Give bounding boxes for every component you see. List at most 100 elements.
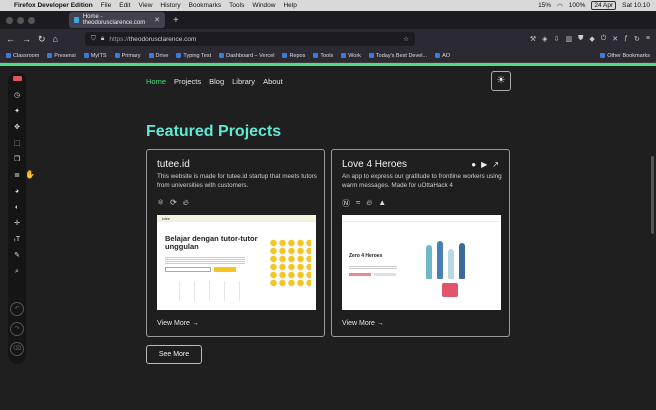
bookmark-vercel[interactable]: Dashboard – Vercel <box>219 53 274 59</box>
copy-icon[interactable]: ❐ <box>13 155 22 164</box>
extension-icon[interactable]: ◆ <box>589 35 594 43</box>
menu-history[interactable]: History <box>160 2 180 9</box>
sun-icon: ☀ <box>496 75 506 86</box>
minimize-window-button[interactable] <box>17 16 24 24</box>
ublock-icon[interactable]: ⛊ <box>578 35 583 43</box>
function-icon[interactable]: ƒ <box>624 35 628 43</box>
crosshair-icon[interactable]: ✛ <box>13 219 22 228</box>
clock[interactable]: Sat 10.10 <box>622 2 650 9</box>
folder-icon <box>341 53 347 58</box>
tab-bar: Home - theodorusclarence.com ✕ + <box>0 11 656 29</box>
zoom-window-button[interactable] <box>28 16 35 24</box>
power-icon[interactable]: ⏻ <box>601 35 607 43</box>
url-prefix: https:// <box>109 35 129 43</box>
pocket-icon[interactable]: ◈ <box>542 35 547 43</box>
url-text: theodorusclarence.com <box>128 35 197 43</box>
pointer-icon[interactable]: ✦ <box>13 107 22 116</box>
contrast-icon[interactable]: ◐ <box>13 203 22 212</box>
nav-home[interactable]: Home <box>146 77 166 86</box>
bookmark-myits[interactable]: MyITS <box>83 53 107 59</box>
menu-help[interactable]: Help <box>283 2 296 9</box>
project-card-tutee[interactable]: tutee.id This website is made for tutee.… <box>146 149 325 337</box>
tailwind-icon: ≈ <box>356 198 361 207</box>
close-extension-icon[interactable]: ✕ <box>612 35 618 43</box>
bookmark-label: Tools <box>320 52 334 59</box>
select-icon[interactable]: ⬚ <box>13 139 22 148</box>
screenshot-text-lines <box>349 265 397 269</box>
bookmark-work[interactable]: Work <box>341 53 361 59</box>
forward-icon[interactable]: → <box>22 34 31 44</box>
youtube-icon[interactable]: ▶ <box>481 160 487 169</box>
nav-blog[interactable]: Blog <box>209 77 224 86</box>
palette-icon[interactable]: ◕ <box>13 187 22 196</box>
undo-icon[interactable]: ↶ <box>10 302 24 316</box>
menu-bookmarks[interactable]: Bookmarks <box>189 2 222 9</box>
download-icon[interactable]: ⇩ <box>554 35 560 43</box>
clear-icon[interactable]: ⌫ <box>10 342 24 356</box>
sync-icon[interactable]: ↻ <box>634 35 640 43</box>
scrollbar-thumb[interactable] <box>651 156 654 234</box>
battery-small-status[interactable]: 15% <box>538 2 551 9</box>
pen-icon[interactable]: ✎ <box>13 251 22 260</box>
firebase-icon: 🔥︎ <box>182 198 189 207</box>
bookmark-todays-best[interactable]: Today's Best Devel... <box>368 53 427 59</box>
wifi-icon[interactable]: ◠ <box>557 2 563 10</box>
bookmark-label: Other Bookmarks <box>607 52 650 59</box>
home-icon[interactable]: ⌂ <box>53 34 58 44</box>
bookmark-icon <box>83 53 89 58</box>
window-controls <box>6 16 35 24</box>
screenshot-button <box>349 273 371 276</box>
menu-view[interactable]: View <box>138 2 152 9</box>
bookmark-typing-test[interactable]: Typing Test <box>176 53 211 59</box>
close-tab-icon[interactable]: ✕ <box>154 16 160 24</box>
align-icon[interactable]: ≣ <box>13 171 22 180</box>
bookmark-star-icon[interactable]: ☆ <box>403 35 409 43</box>
see-more-button[interactable]: See More <box>146 345 202 364</box>
nav-projects[interactable]: Projects <box>174 77 201 86</box>
bookmark-primary[interactable]: Primary <box>114 52 141 59</box>
move-icon[interactable]: ✥ <box>13 123 22 132</box>
text-size-icon[interactable]: ₜT <box>13 235 22 244</box>
wrench-icon[interactable]: ⚒ <box>530 35 536 43</box>
menu-file[interactable]: File <box>101 2 111 9</box>
person-figure <box>426 245 432 279</box>
app-name[interactable]: Firefox Developer Edition <box>14 2 93 9</box>
redo-icon[interactable]: ↷ <box>10 322 24 336</box>
project-description: An app to express our gratitude to front… <box>342 173 502 189</box>
bookmark-repos[interactable]: Repos <box>282 53 305 59</box>
nav-about[interactable]: About <box>263 77 283 86</box>
menu-icon[interactable]: ≡ <box>646 35 650 43</box>
nav-library[interactable]: Library <box>232 77 255 86</box>
menu-tools[interactable]: Tools <box>229 2 244 9</box>
clock-icon[interactable]: ◷ <box>13 91 22 100</box>
toolbox-handle[interactable] <box>12 76 22 81</box>
reload-icon[interactable]: ↻ <box>38 34 46 45</box>
library-icon[interactable]: ▥ <box>565 35 572 43</box>
theme-toggle-button[interactable]: ☀ <box>491 71 511 91</box>
bookmark-tools[interactable]: Tools <box>313 53 333 59</box>
lock-icon[interactable]: 🔒︎ <box>101 35 104 43</box>
menu-edit[interactable]: Edit <box>119 2 130 9</box>
bookmark-drive[interactable]: Drive <box>148 53 168 59</box>
bookmark-classroom[interactable]: Classroom <box>6 53 39 59</box>
view-more-link[interactable]: View More → <box>157 320 199 327</box>
close-window-button[interactable] <box>6 16 13 24</box>
view-more-link[interactable]: View More → <box>342 320 384 327</box>
battery-status[interactable]: 100% <box>569 2 586 9</box>
magnifier-icon[interactable]: ⌕ <box>13 267 22 276</box>
other-bookmarks[interactable]: Other Bookmarks <box>600 53 650 59</box>
url-bar[interactable]: ⛉ 🔒︎ https://theodorusclarence.com ☆ <box>84 32 415 46</box>
new-tab-button[interactable]: + <box>173 15 179 26</box>
date-badge[interactable]: 24 Apr <box>591 1 617 10</box>
bookmark-icon <box>368 53 374 58</box>
github-icon[interactable]: ● <box>471 160 476 169</box>
shield-icon[interactable]: ⛉ <box>91 35 96 43</box>
external-link-icon[interactable]: ↗ <box>492 160 499 169</box>
project-card-love4heroes[interactable]: Love 4 Heroes ● ▶ ↗ An app to express ou… <box>331 149 510 337</box>
menu-window[interactable]: Window <box>252 2 275 9</box>
bookmark-ao[interactable]: AO <box>435 53 450 59</box>
back-icon[interactable]: ← <box>6 34 15 44</box>
active-tab[interactable]: Home - theodorusclarence.com ✕ <box>69 12 165 28</box>
bookmark-presensi[interactable]: Presensi <box>47 53 76 59</box>
bookmark-label: Primary <box>121 52 141 59</box>
